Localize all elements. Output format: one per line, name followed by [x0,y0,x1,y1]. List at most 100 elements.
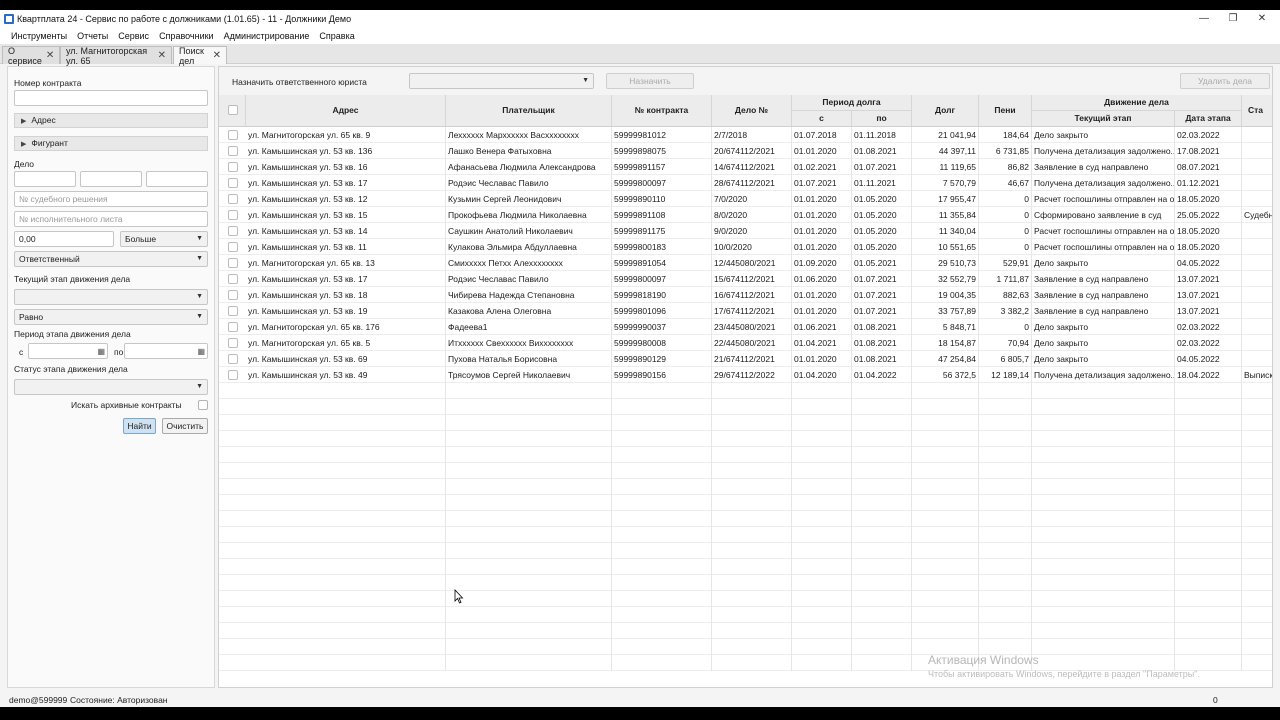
menu-directories[interactable]: Справочники [159,31,214,41]
table-row[interactable]: ул. Камышинская ул. 53 кв. 19 Казакова Ал… [219,303,1272,319]
row-checkbox[interactable] [228,306,238,316]
header-status[interactable]: Ста [1242,95,1272,127]
menu-tools[interactable]: Инструменты [11,31,67,41]
cell-address: ул. Камышинская ул. 53 кв. 16 [246,159,446,175]
cell-case: 22/445080/2021 [712,335,792,351]
table-row[interactable]: ул. Камышинская ул. 53 кв. 18 Чибирева На… [219,287,1272,303]
header-debt[interactable]: Долг [912,95,979,127]
table-row[interactable]: ул. Камышинская ул. 53 кв. 49 Трясоумов С… [219,367,1272,383]
table-row[interactable]: ул. Магнитогорская ул. 65 кв. 176 Фадеева… [219,319,1272,335]
table-row[interactable]: ул. Магнитогорская ул. 65 кв. 13 Смиххххх… [219,255,1272,271]
calendar-icon[interactable]: ▦ [97,345,105,359]
cell-to: 01.11.2021 [852,175,912,191]
header-case[interactable]: Дело № [712,95,792,127]
table-row [219,383,1272,399]
period-to-date[interactable]: ▦ [124,343,208,359]
case-field-2[interactable] [80,171,142,187]
contract-input[interactable] [14,90,208,106]
header-payer[interactable]: Плательщик [446,95,612,127]
table-row[interactable]: ул. Магнитогорская ул. 65 кв. 9 Лехххххх … [219,127,1272,143]
close-button[interactable]: ✕ [1248,10,1276,27]
cell-address: ул. Камышинская ул. 53 кв. 17 [246,271,446,287]
stage-compare-select[interactable]: Равно ▼ [14,309,208,325]
lawyer-select[interactable]: ▼ [409,73,594,89]
table-row[interactable]: ул. Камышинская ул. 53 кв. 11 Кулакова Эл… [219,239,1272,255]
table-row[interactable]: ул. Камышинская ул. 53 кв. 15 Прокофьева … [219,207,1272,223]
address-section[interactable]: ▶ Адрес [14,113,208,128]
cell-address [246,543,446,559]
tab-close-icon[interactable]: ✕ [46,50,54,61]
court-decision-input[interactable]: № судебного решения [14,191,208,207]
cell-stage: Дело закрыто [1032,335,1175,351]
assign-lawyer-label: Назначить ответственного юриста [232,77,367,87]
row-checkbox[interactable] [228,226,238,236]
status-select[interactable]: ▼ [14,379,208,395]
cell-contract [612,431,712,447]
tab-address[interactable]: ул. Магнитогорская ул. 65 ✕ [60,46,172,66]
menu-reports[interactable]: Отчеты [77,31,108,41]
cell-to [852,591,912,607]
menu-help[interactable]: Справка [319,31,354,41]
table-row[interactable]: ул. Камышинская ул. 53 кв. 16 Афанасьева … [219,159,1272,175]
table-row [219,575,1272,591]
delete-cases-button[interactable]: Удалить дела [1180,73,1270,89]
header-stage[interactable]: Текущий этап [1032,111,1175,127]
case-field-1[interactable] [14,171,76,187]
writ-input[interactable]: № исполнительного листа [14,211,208,227]
table-row[interactable]: ул. Камышинская ул. 53 кв. 17 Родэис Чесл… [219,271,1272,287]
case-field-3[interactable] [146,171,208,187]
responsible-select[interactable]: Ответственный ▼ [14,251,208,267]
cell-date: 02.03.2022 [1175,127,1242,143]
minimize-button[interactable]: — [1190,10,1218,27]
header-stage-date[interactable]: Дата этапа [1175,111,1242,127]
header-address[interactable]: Адрес [246,95,446,127]
amount-input[interactable]: 0,00 [14,231,114,247]
row-checkbox[interactable] [228,130,238,140]
table-row[interactable]: ул. Магнитогорская ул. 65 кв. 5 Итхххххх … [219,335,1272,351]
header-penalty[interactable]: Пени [979,95,1032,127]
menu-service[interactable]: Сервис [118,31,149,41]
cell-contract: 59999980008 [612,335,712,351]
menu-administration[interactable]: Администрирование [224,31,310,41]
assign-button[interactable]: Назначить [606,73,694,89]
row-checkbox[interactable] [228,146,238,156]
cell-status [1242,319,1272,335]
tab-close-icon[interactable]: ✕ [158,50,166,61]
table-row[interactable]: ул. Камышинская ул. 53 кв. 12 Кузьмин Сер… [219,191,1272,207]
row-checkbox[interactable] [228,178,238,188]
calendar-icon[interactable]: ▦ [197,345,205,359]
cell-date: 01.12.2021 [1175,175,1242,191]
maximize-button[interactable]: ❐ [1219,10,1247,27]
row-checkbox[interactable] [228,354,238,364]
stage-select[interactable]: ▼ [14,289,208,305]
row-checkbox[interactable] [228,210,238,220]
table-row[interactable]: ул. Камышинская ул. 53 кв. 17 Родэис Чесл… [219,175,1272,191]
row-checkbox[interactable] [228,290,238,300]
row-checkbox[interactable] [228,242,238,252]
row-checkbox[interactable] [228,162,238,172]
row-checkbox[interactable] [228,194,238,204]
header-period-from[interactable]: с [792,111,852,127]
archive-checkbox[interactable] [198,400,208,410]
select-all-checkbox[interactable] [228,105,238,115]
header-period-to[interactable]: по [852,111,912,127]
figurant-section[interactable]: ▶ Фигурант [14,136,208,151]
period-from-date[interactable]: ▦ [28,343,108,359]
table-row[interactable]: ул. Камышинская ул. 53 кв. 136 Лашко Вене… [219,143,1272,159]
cell-penalty [979,543,1032,559]
table-row[interactable]: ул. Камышинская ул. 53 кв. 14 Саушкин Ана… [219,223,1272,239]
row-checkbox[interactable] [228,258,238,268]
amount-compare-select[interactable]: Больше ▼ [120,231,208,247]
tab-about[interactable]: О сервисе ✕ [2,46,60,66]
table-row[interactable]: ул. Камышинская ул. 53 кв. 69 Пухова Ната… [219,351,1272,367]
row-checkbox[interactable] [228,322,238,332]
tab-close-icon[interactable]: ✕ [213,50,221,61]
row-checkbox[interactable] [228,370,238,380]
clear-button[interactable]: Очистить [162,418,208,434]
row-checkbox[interactable] [228,338,238,348]
row-checkbox[interactable] [228,274,238,284]
tab-search-cases[interactable]: Поиск дел ✕ [173,46,227,66]
header-contract[interactable]: № контракта [612,95,712,127]
find-button[interactable]: Найти [123,418,156,434]
figurant-section-label: Фигурант [31,138,68,148]
